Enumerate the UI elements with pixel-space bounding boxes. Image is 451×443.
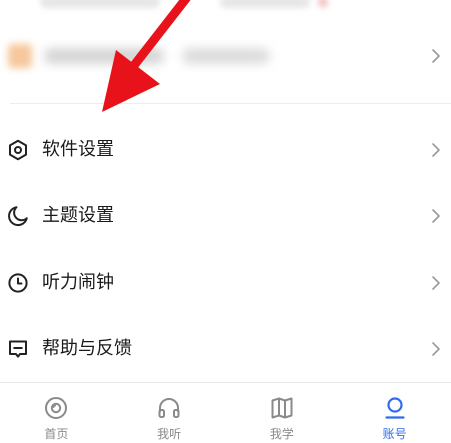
chevron-right-icon <box>432 209 440 223</box>
menu-item-label: 听力闹钟 <box>42 272 114 293</box>
menu-item-label: 主题设置 <box>42 205 114 226</box>
book-icon <box>271 397 293 419</box>
headphones-icon <box>158 398 180 418</box>
chevron-right-icon <box>432 143 440 157</box>
menu-item-listening-alarm[interactable]: 听力闹钟 <box>0 250 451 316</box>
tab-learn[interactable]: 我学 <box>226 383 339 443</box>
chevron-right-icon <box>432 276 440 290</box>
tab-listen[interactable]: 我听 <box>113 383 226 443</box>
blurred-item-subtext <box>182 48 270 64</box>
tab-account[interactable]: 账号 <box>338 383 451 443</box>
tab-label: 我学 <box>269 427 294 441</box>
tab-home[interactable]: 首页 <box>0 383 113 443</box>
clock-icon <box>8 273 28 293</box>
menu-item-theme-settings[interactable]: 主题设置 <box>0 183 451 249</box>
feedback-icon <box>9 340 27 358</box>
bottom-tab-bar: 首页 我听 我学 账号 <box>0 382 451 443</box>
blurred-item-icon <box>8 44 32 68</box>
moon-icon <box>8 206 28 227</box>
chevron-right-icon <box>432 342 440 356</box>
menu-item-help-feedback[interactable]: 帮助与反馈 <box>0 316 451 382</box>
menu-item-label: 软件设置 <box>42 139 114 160</box>
tab-label: 我听 <box>157 427 182 441</box>
tab-label: 首页 <box>44 427 69 441</box>
blurred-header-strip <box>0 0 451 18</box>
section-divider <box>10 103 451 104</box>
menu-item-label: 帮助与反馈 <box>42 338 132 359</box>
account-screen: 软件设置 主题设置 听力闹钟 帮助与反馈 首页 我听 我学 账号 <box>0 0 451 443</box>
chevron-right-icon <box>432 49 440 63</box>
user-icon <box>385 397 405 419</box>
tab-label: 账号 <box>382 427 407 441</box>
menu-item-software-settings[interactable]: 软件设置 <box>0 117 451 183</box>
blurred-list-item[interactable] <box>0 26 451 88</box>
home-disc-icon <box>45 397 68 419</box>
blurred-item-text <box>44 48 164 64</box>
settings-hexagon-icon <box>9 139 27 161</box>
